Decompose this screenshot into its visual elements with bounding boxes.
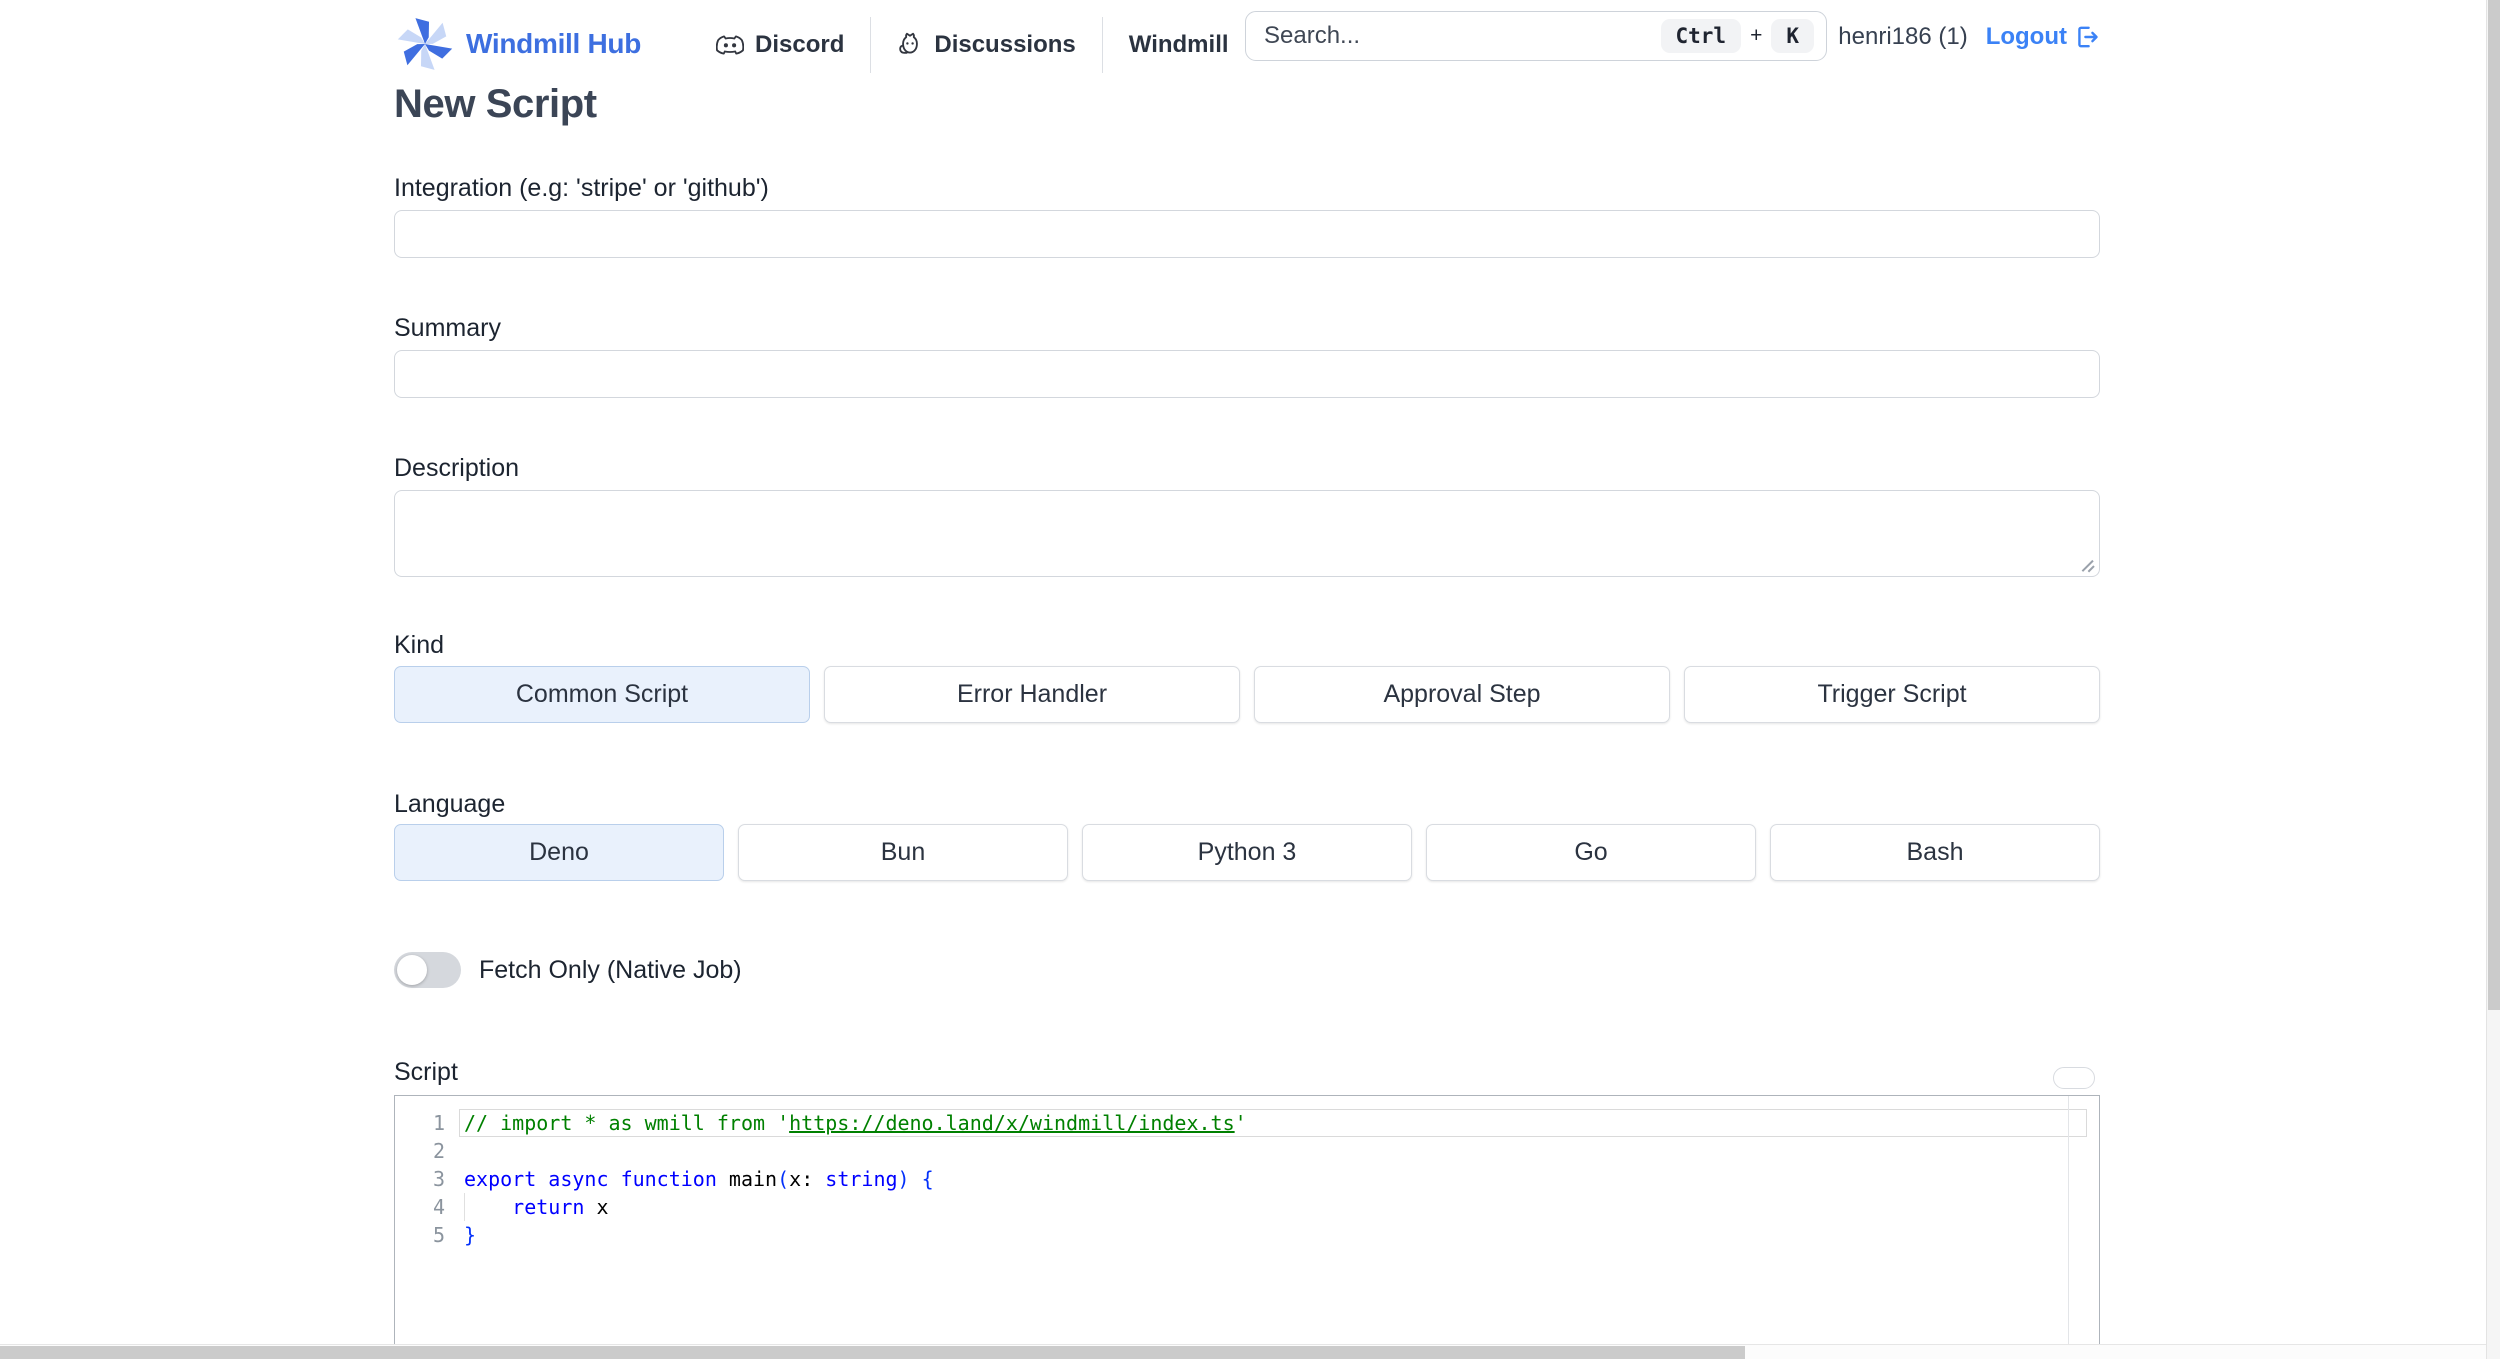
- code-editor[interactable]: 1 // import * as wmill from 'https://deno…: [394, 1095, 2100, 1359]
- line-content: }: [464, 1223, 477, 1247]
- resize-handle-icon[interactable]: [2080, 557, 2096, 573]
- search-bar[interactable]: Ctrl + K: [1245, 11, 1827, 61]
- editor-theme-toggle[interactable]: [2053, 1067, 2095, 1089]
- logout-label: Logout: [1985, 23, 2067, 50]
- discord-icon: [716, 33, 744, 57]
- language-option-python-3[interactable]: Python 3: [1082, 824, 1412, 881]
- code-line-1[interactable]: 1 // import * as wmill from 'https://deno…: [395, 1109, 2099, 1137]
- user-area: henri186 (1) Logout: [1838, 23, 2100, 51]
- line-number: 4: [432, 1195, 445, 1219]
- nav-discussions-label: Discussions: [934, 31, 1076, 58]
- code-line-4[interactable]: 4 return x: [395, 1193, 2099, 1221]
- description-label: Description: [394, 454, 520, 482]
- nav-divider: [870, 17, 872, 73]
- code-lines: 1 // import * as wmill from 'https://deno…: [395, 1109, 2099, 1249]
- description-textarea[interactable]: [394, 490, 2100, 577]
- kind-option-approval-step[interactable]: Approval Step: [1254, 666, 1670, 723]
- line-content: export async function main(x: string) {: [464, 1167, 934, 1191]
- language-label: Language: [394, 790, 506, 818]
- editor-scrollbar-track[interactable]: [2068, 1096, 2069, 1358]
- windmill-hub-new-script-page: Windmill Hub Discord Discussions Windmil…: [0, 0, 2500, 1359]
- logout-icon: [2074, 24, 2100, 50]
- fetch-only-toggle[interactable]: [394, 952, 461, 988]
- line-content: [459, 1137, 2087, 1165]
- toggle-knob: [397, 955, 427, 985]
- line-number: 1: [432, 1111, 445, 1135]
- kind-option-common-script[interactable]: Common Script: [394, 666, 810, 723]
- code-line-2[interactable]: 2: [395, 1137, 2099, 1165]
- language-option-go[interactable]: Go: [1426, 824, 1756, 881]
- script-label: Script: [394, 1058, 458, 1086]
- nav-divider: [1101, 17, 1103, 73]
- username: henri186 (1): [1838, 23, 1968, 50]
- kind-options: Common Script Error Handler Approval Step T…: [394, 666, 2100, 723]
- page-vertical-scrollbar[interactable]: [2486, 0, 2500, 1359]
- horizontal-scrollbar-thumb[interactable]: [0, 1346, 1745, 1359]
- brand[interactable]: Windmill Hub: [394, 14, 641, 74]
- search-input[interactable]: [1264, 22, 1661, 50]
- code-line-5[interactable]: 5}: [395, 1221, 2099, 1249]
- integration-label: Integration (e.g: 'stripe' or 'github'): [394, 174, 769, 202]
- page-horizontal-scrollbar[interactable]: [0, 1344, 2486, 1359]
- header: Windmill Hub Discord Discussions Windmil…: [394, 11, 2100, 76]
- nav-discord[interactable]: Discord: [716, 31, 844, 59]
- github-octoface-icon: [897, 32, 923, 58]
- line-content: return x: [459, 1193, 2087, 1221]
- kbd-ctrl: Ctrl: [1660, 19, 1742, 53]
- kind-option-trigger-script[interactable]: Trigger Script: [1684, 666, 2100, 723]
- nav-discussions[interactable]: Discussions: [897, 31, 1076, 59]
- fetch-only-label: Fetch Only (Native Job): [479, 955, 742, 984]
- language-option-bash[interactable]: Bash: [1770, 824, 2100, 881]
- language-options: Deno Bun Python 3 Go Bash: [394, 824, 2100, 881]
- nav-windmill[interactable]: Windmill: [1129, 31, 1229, 59]
- line-content: // import * as wmill from 'https://deno.…: [459, 1109, 2087, 1137]
- page-title: New Script: [394, 82, 597, 126]
- language-option-deno[interactable]: Deno: [394, 824, 724, 881]
- kind-label: Kind: [394, 631, 445, 659]
- kbd-plus: +: [1750, 24, 1763, 47]
- line-number: 2: [432, 1139, 445, 1163]
- kind-option-error-handler[interactable]: Error Handler: [824, 666, 1240, 723]
- language-option-bun[interactable]: Bun: [738, 824, 1068, 881]
- code-line-3[interactable]: 3 export async function main(x: string) {: [395, 1165, 2099, 1193]
- line-number: 5: [432, 1223, 445, 1247]
- nav-windmill-label: Windmill: [1128, 31, 1229, 58]
- summary-label: Summary: [394, 314, 501, 342]
- integration-input[interactable]: [394, 210, 2100, 258]
- header-nav: Discord Discussions Windmill: [716, 14, 1229, 76]
- windmill-logo-icon: [394, 14, 456, 74]
- kbd-k: K: [1771, 19, 1814, 53]
- fetch-only-row: Fetch Only (Native Job): [394, 952, 2100, 988]
- summary-input[interactable]: [394, 350, 2100, 398]
- brand-name[interactable]: Windmill Hub: [466, 28, 641, 60]
- logout-link[interactable]: Logout: [1986, 23, 2100, 51]
- vertical-scrollbar-thumb[interactable]: [2488, 0, 2500, 1010]
- line-number: 3: [432, 1167, 445, 1191]
- nav-discord-label: Discord: [755, 31, 845, 58]
- indent-guide: [464, 1193, 465, 1221]
